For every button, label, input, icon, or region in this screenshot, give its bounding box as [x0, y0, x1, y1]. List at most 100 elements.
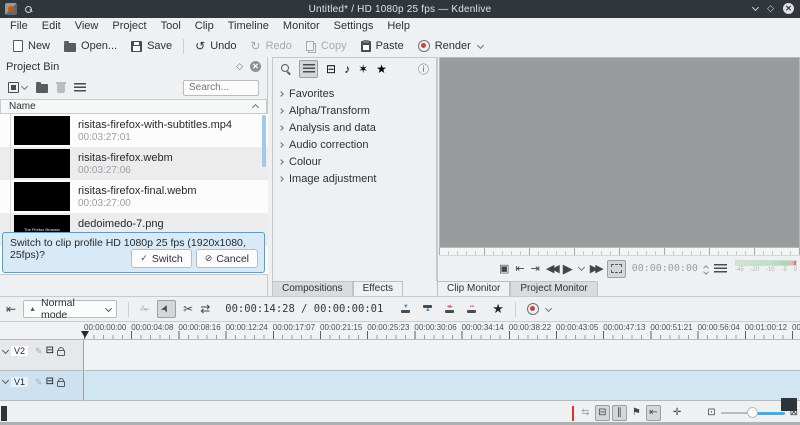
goto-zone-in-icon[interactable]: ⇤ [515, 263, 524, 275]
playhead-marker[interactable] [81, 331, 89, 338]
favorite-effects-icon[interactable]: ★ [376, 63, 387, 75]
list-view-button[interactable] [299, 60, 318, 78]
track-lock-icon[interactable] [57, 350, 65, 356]
timeline-hscroll-handle[interactable] [1, 406, 7, 421]
save-button[interactable]: Save [124, 36, 179, 56]
play-options-chevron-icon[interactable] [578, 264, 585, 271]
custom-effects-icon[interactable]: ✶ [358, 63, 368, 75]
video-effects-icon[interactable]: ⊟ [326, 63, 336, 75]
add-clip-button[interactable] [8, 82, 27, 93]
info-icon[interactable]: ⓘ [418, 61, 429, 77]
audio-effects-icon[interactable]: ♪ [344, 63, 350, 75]
bin-menu-button[interactable] [74, 83, 86, 92]
show-markers-button[interactable]: ⚑ [629, 405, 644, 421]
mix-tool-icon[interactable]: ✁ [140, 303, 150, 315]
redo-button[interactable]: ↻ Redo [244, 36, 299, 56]
fit-zoom-icon[interactable]: ✛ [673, 407, 681, 419]
zoom-slider[interactable] [721, 406, 785, 420]
cancel-button[interactable]: ⊘ Cancel [196, 249, 258, 268]
tab-project-monitor[interactable]: Project Monitor [510, 281, 597, 296]
timeline-overwrite-icon[interactable]: ▲ [420, 305, 435, 313]
tab-effects[interactable]: Effects [353, 281, 403, 296]
delete-clip-button[interactable] [57, 84, 65, 93]
track-collapse-chevron-icon[interactable] [2, 377, 9, 384]
goto-zone-out-icon[interactable]: ⇥ [531, 263, 540, 275]
search-input[interactable] [183, 80, 259, 96]
maximize-button[interactable]: ◇ [767, 3, 774, 14]
menu-item[interactable]: Clip [188, 18, 221, 35]
track-v2-lane[interactable] [84, 340, 800, 371]
track-effects-icon[interactable]: ✎ [35, 376, 43, 388]
track-effects-icon[interactable]: ✎ [35, 345, 43, 357]
zoom-slider-handle[interactable] [747, 407, 758, 418]
monitor-menu-icon[interactable] [714, 264, 727, 273]
effect-category-row[interactable]: Analysis and data [273, 119, 436, 136]
timeline-timecode[interactable]: 00:00:14:28 / 00:00:00:01 [225, 303, 383, 315]
tab-clip-monitor[interactable]: Clip Monitor [437, 281, 510, 296]
effect-category-row[interactable]: Favorites [273, 85, 436, 102]
show-audio-thumbnails-button[interactable]: ∥ [612, 405, 627, 421]
zoom-out-icon[interactable]: ⊡ [707, 407, 715, 419]
spacer-tool-icon[interactable]: ⇄ [200, 303, 210, 315]
render-button[interactable]: Render [411, 36, 478, 56]
effect-category-row[interactable]: Colour [273, 153, 436, 170]
open-button[interactable]: Open... [57, 36, 124, 56]
switch-button[interactable]: ✓ Switch [131, 249, 191, 268]
new-button[interactable]: New [6, 36, 57, 56]
monitor-timecode[interactable]: 00:00:00:00 [632, 263, 698, 274]
bin-clip-row[interactable]: risitas-firefox.webm 00:03:27:06 [0, 147, 268, 180]
monitor-video-area[interactable] [439, 57, 800, 248]
menu-item[interactable]: Monitor [276, 18, 327, 35]
bin-clip-row[interactable]: risitas-firefox-with-subtitles.mp4 00:03… [0, 114, 268, 147]
track-name[interactable]: V1 [11, 377, 28, 387]
float-panel-icon[interactable]: ◇ [236, 61, 243, 72]
close-panel-icon[interactable]: ✕ [250, 61, 261, 72]
track-thumbnails-icon[interactable]: ⊟ [46, 376, 54, 388]
auto-transition-button[interactable]: ⇆ [578, 405, 593, 421]
create-folder-button[interactable] [36, 84, 48, 93]
rewind-icon[interactable]: ◀◀ [546, 263, 557, 275]
effect-category-row[interactable]: Audio correction [273, 136, 436, 153]
track-thumbnails-icon[interactable]: ⊟ [46, 345, 54, 357]
name-column-header[interactable]: Name [0, 99, 267, 114]
bin-scrollbar[interactable] [262, 115, 266, 167]
menu-item[interactable]: Tool [154, 18, 188, 35]
menu-item[interactable]: Edit [35, 18, 68, 35]
close-button[interactable]: ✕ [783, 3, 794, 14]
track-collapse-chevron-icon[interactable] [2, 346, 9, 353]
track-v1-header[interactable]: V1 ✎ ⊟ [0, 371, 84, 401]
edit-mode-combo[interactable]: ▲ Normal mode [23, 300, 117, 318]
menu-item[interactable]: Help [380, 18, 417, 35]
menu-item[interactable]: Project [105, 18, 153, 35]
effect-category-row[interactable]: Image adjustment [273, 170, 436, 187]
timeline-ruler[interactable]: 00:00:00:0000:00:04:0800:00:08:1600:00:1… [0, 322, 800, 340]
snap-button[interactable]: ⇤ [646, 405, 661, 421]
minimize-button[interactable] [752, 4, 759, 11]
favorite-effects-button[interactable]: ★ [492, 303, 504, 315]
search-icon[interactable] [280, 63, 291, 74]
tab-compositions[interactable]: Compositions [272, 281, 353, 296]
menu-item[interactable]: File [3, 18, 35, 35]
show-video-thumbnails-button[interactable]: ⊟ [595, 405, 610, 421]
track-lock-icon[interactable] [57, 381, 65, 387]
selection-tool-button[interactable]: ➤ [157, 300, 176, 318]
effect-category-row[interactable]: Alpha/Transform [273, 102, 436, 119]
track-v1-lane[interactable] [84, 371, 800, 401]
track-v2-header[interactable]: V2 ✎ ⊟ [0, 340, 84, 371]
timeline-insert-icon[interactable]: ▼ [398, 305, 413, 313]
bin-clip-row[interactable]: risitas-firefox-final.webm 00:03:27:00 [0, 180, 268, 213]
render-dropdown-chevron-icon[interactable] [477, 41, 484, 48]
preview-render-icon[interactable] [527, 303, 539, 315]
track-adjust-icon[interactable]: ⇤ [6, 303, 16, 315]
razor-tool-icon[interactable]: ✂ [183, 303, 193, 315]
play-icon[interactable]: ▶ [563, 263, 573, 275]
paste-button[interactable]: Paste [354, 36, 411, 56]
play-zone-icon[interactable]: ▣ [499, 263, 509, 275]
timeline-vscroll-handle[interactable] [781, 398, 797, 411]
undo-button[interactable]: ↺ Undo [188, 36, 243, 56]
timeline-lift-icon[interactable]: ▪▪ [464, 305, 479, 313]
timecode-spinner[interactable] [704, 264, 708, 274]
fast-forward-icon[interactable]: ▶▶ [590, 263, 601, 275]
track-name[interactable]: V2 [11, 346, 28, 356]
monitor-seek-ruler[interactable] [439, 248, 800, 256]
